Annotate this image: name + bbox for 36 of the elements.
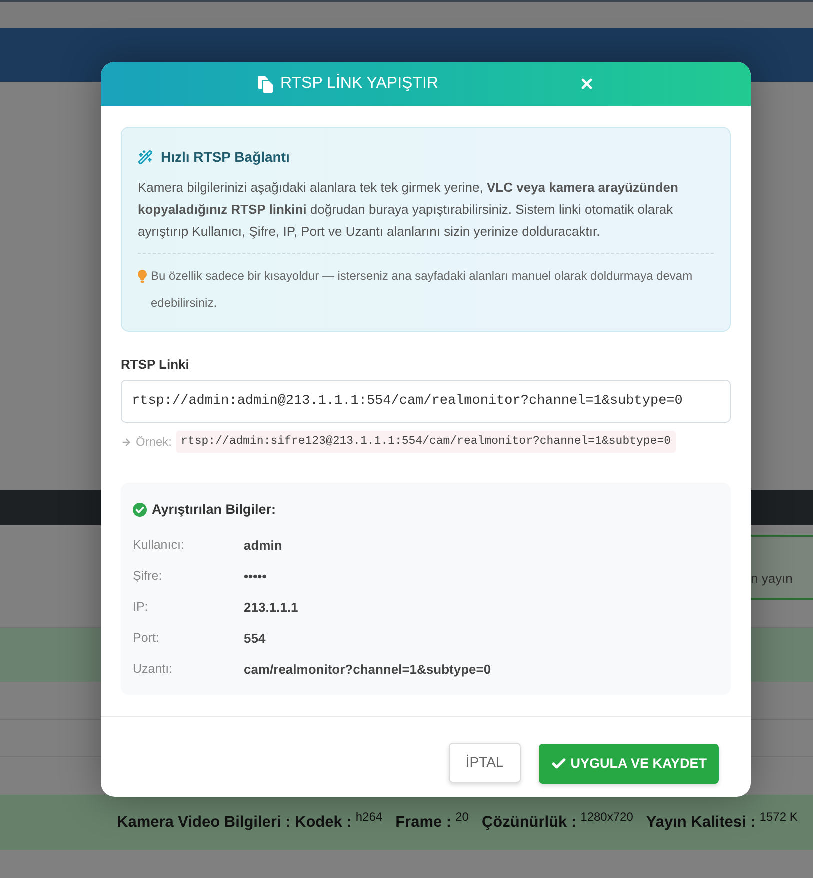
check-circle-icon [133, 503, 147, 517]
field-value: ••••• [244, 568, 267, 586]
video-info-label: Yayın Kalitesi : [646, 812, 756, 833]
field-label: Kullanıcı: [133, 537, 186, 554]
video-info-label: Kamera Video Bilgileri : Kodek : [117, 812, 352, 833]
video-info-value: 1280x720 [580, 808, 634, 826]
field-value: 213.1.1.1 [244, 598, 298, 617]
field-value: 554 [244, 630, 266, 648]
copy-icon [258, 76, 272, 92]
link-label: RTSP Linki [121, 356, 190, 374]
video-info-value: 1572 K [760, 808, 798, 826]
tip-text: Bu özellik sadece bir kısayoldur — isterseniz ana sayfadaki alanları manuel olarak doldurmaya devam edebilirsiniz. [151, 268, 694, 312]
field-value: cam/realmonitor?channel=1&subtype=0 [244, 660, 492, 679]
video-info-label: Frame : [396, 812, 452, 833]
example-label: Örnek: [136, 434, 172, 451]
apply-save-button[interactable]: UYGULA VE KAYDET [538, 744, 719, 784]
video-info-value: 20 [456, 808, 469, 826]
field-value: admin [244, 536, 282, 555]
rtsp-link-input[interactable]: rtsp://admin:admin@213.1.1.1:554/cam/realmonitor?channel=1&subtype=0 [121, 380, 731, 423]
info-title: Hızlı RTSP Bağlantı [161, 148, 290, 167]
field-label: Port: [133, 630, 160, 648]
video-info-label: Çözünürlük : [482, 812, 577, 833]
field-label: Uzantı: [133, 661, 174, 678]
magic-wand-icon [138, 150, 153, 164]
video-info-value: h264 [356, 808, 383, 826]
arrow-right-icon [121, 436, 132, 448]
example-code: rtsp://admin:sifre123@213.1.1.1:554/cam/realmonitor?channel=1&subtype=0 [176, 431, 676, 453]
status-text: n yayın [751, 570, 793, 588]
lightbulb-icon [138, 270, 147, 283]
parsed-title: Ayrıştırılan Bilgiler: [152, 500, 276, 519]
field-label: Şifre: [133, 568, 164, 586]
close-icon [579, 76, 595, 92]
info-text: Kamera bilgilerinizi aşağıdaki alanlara tek tek girmek yerine, VLC veya kamera arayüzünden kopyaladığınız RTSP linkini doğrudan buraya yapıştırabilirsiniz. Sistem linki otomatik olarak ayrıştırıp Kullanıcı, Şifre, IP, Port ve Uzantı alanlarını sizin yerinize dolduracaktır. [138, 179, 680, 241]
cancel-button[interactable]: İPTAL [448, 742, 521, 782]
dialog-title: RTSP LİNK YAPIŞTIR [280, 73, 438, 94]
field-label: IP: [133, 599, 150, 616]
